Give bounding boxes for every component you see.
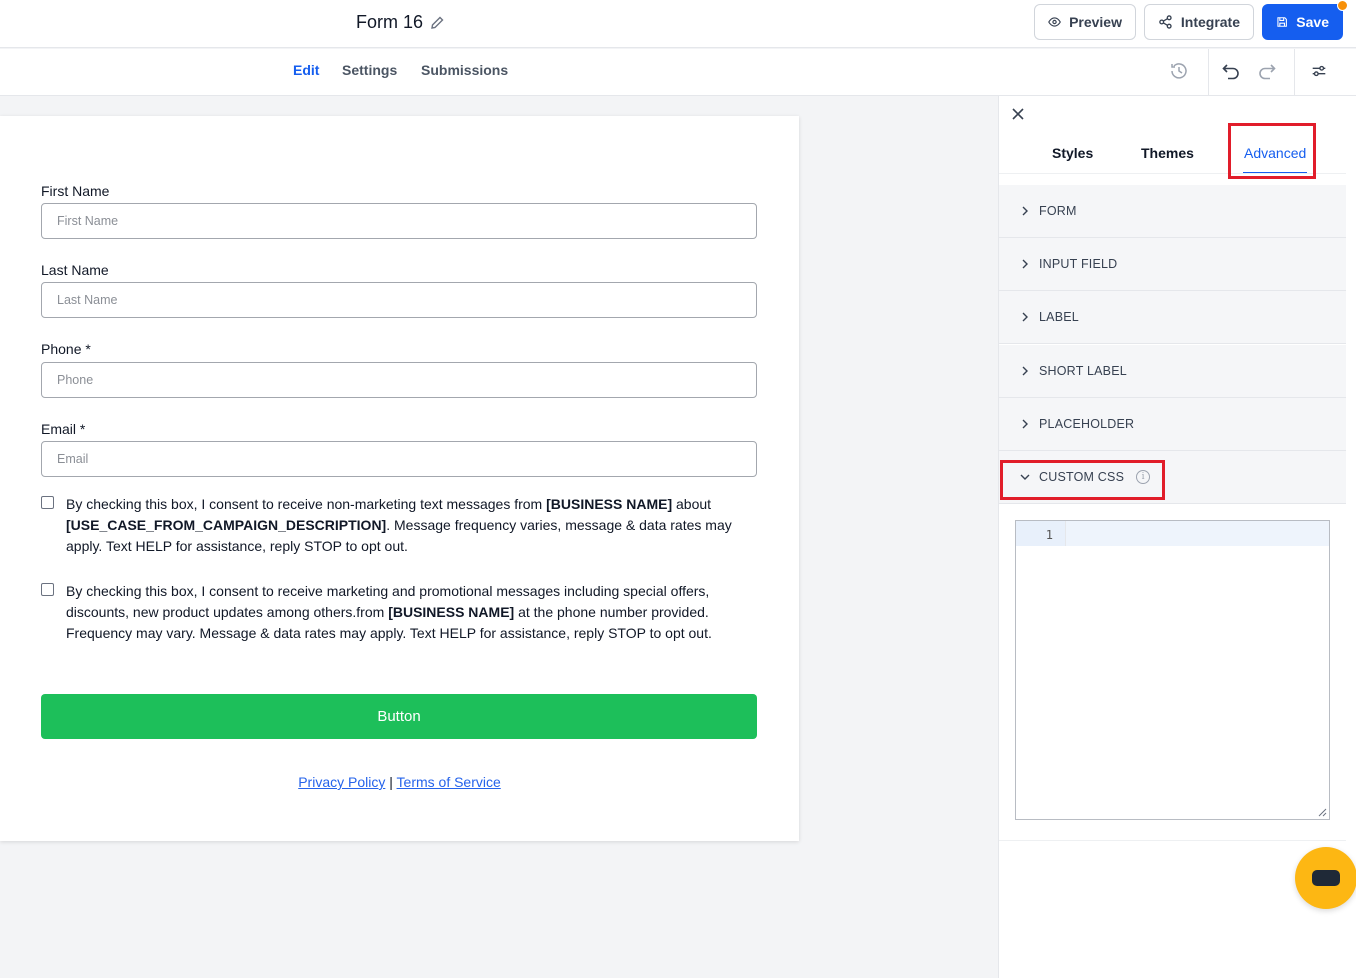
chevron-right-icon bbox=[1022, 259, 1028, 269]
phone-input[interactable] bbox=[41, 362, 757, 398]
email-label: Email * bbox=[41, 421, 86, 437]
eye-icon bbox=[1048, 17, 1061, 27]
consent-marketing-text: By checking this box, I consent to recei… bbox=[66, 583, 712, 641]
custom-css-highlight bbox=[1000, 460, 1165, 500]
first-name-input[interactable] bbox=[41, 203, 757, 239]
save-label: Save bbox=[1296, 14, 1329, 30]
form-title[interactable]: Form 16 bbox=[356, 12, 423, 33]
custom-css-editor[interactable]: 1 bbox=[1015, 520, 1330, 820]
redo-icon[interactable] bbox=[1256, 60, 1278, 82]
consent-non-marketing-text: By checking this box, I consent to recei… bbox=[66, 496, 732, 554]
section-input-field[interactable]: INPUT FIELD bbox=[999, 238, 1346, 291]
section-label[interactable]: LABEL bbox=[999, 291, 1346, 344]
unsaved-indicator bbox=[1337, 0, 1348, 11]
toolbar-divider bbox=[1294, 49, 1295, 95]
phone-label: Phone * bbox=[41, 341, 91, 357]
line-number: 1 bbox=[1016, 521, 1066, 546]
consent-non-marketing-checkbox[interactable] bbox=[41, 496, 54, 509]
section-input-field-label: INPUT FIELD bbox=[1039, 257, 1118, 271]
settings-sliders-icon[interactable] bbox=[1308, 60, 1330, 82]
section-placeholder-label: PLACEHOLDER bbox=[1039, 417, 1135, 431]
form-title-group[interactable]: Form 16 bbox=[356, 12, 445, 33]
consent-non-marketing: By checking this box, I consent to recei… bbox=[41, 494, 757, 557]
submit-button[interactable]: Button bbox=[41, 694, 757, 739]
tab-settings[interactable]: Settings bbox=[342, 62, 397, 78]
style-panel: Styles Themes Advanced FORM INPUT FIELD … bbox=[998, 96, 1356, 978]
consent-marketing-checkbox[interactable] bbox=[41, 583, 54, 596]
consent-marketing: By checking this box, I consent to recei… bbox=[41, 581, 757, 644]
first-name-label: First Name bbox=[41, 183, 110, 199]
integrate-label: Integrate bbox=[1180, 14, 1240, 30]
editor-tab-bar: Edit Settings Submissions bbox=[0, 49, 1356, 96]
pencil-icon[interactable] bbox=[429, 15, 445, 31]
tab-styles[interactable]: Styles bbox=[1052, 145, 1093, 161]
privacy-policy-link[interactable]: Privacy Policy bbox=[298, 774, 385, 790]
tab-themes[interactable]: Themes bbox=[1141, 145, 1194, 161]
last-name-input[interactable] bbox=[41, 282, 757, 318]
undo-icon[interactable] bbox=[1220, 60, 1242, 82]
footer-separator: | bbox=[389, 774, 393, 790]
section-form[interactable]: FORM bbox=[999, 185, 1346, 238]
chevron-right-icon bbox=[1022, 312, 1028, 322]
active-line bbox=[1066, 521, 1329, 546]
history-icon[interactable] bbox=[1168, 60, 1190, 82]
panel-divider bbox=[999, 840, 1346, 841]
section-placeholder[interactable]: PLACEHOLDER bbox=[999, 398, 1346, 451]
close-icon[interactable] bbox=[1009, 105, 1027, 123]
tab-submissions[interactable]: Submissions bbox=[421, 62, 508, 78]
top-bar: Form 16 Preview Integrate Save bbox=[0, 0, 1356, 48]
form-canvas-card: First Name Last Name Phone * Email * By … bbox=[0, 116, 799, 841]
chat-widget-button[interactable] bbox=[1295, 847, 1356, 909]
section-short-label[interactable]: SHORT LABEL bbox=[999, 345, 1346, 398]
integrate-button[interactable]: Integrate bbox=[1144, 4, 1254, 40]
footer-links: Privacy Policy | Terms of Service bbox=[0, 774, 799, 790]
section-form-label: FORM bbox=[1039, 204, 1077, 218]
section-label-label: LABEL bbox=[1039, 310, 1079, 324]
last-name-label: Last Name bbox=[41, 262, 109, 278]
preview-button[interactable]: Preview bbox=[1034, 4, 1136, 40]
chat-bubble-icon bbox=[1312, 870, 1340, 886]
tab-edit[interactable]: Edit bbox=[293, 62, 319, 78]
preview-label: Preview bbox=[1069, 14, 1122, 30]
toolbar-divider bbox=[1208, 49, 1209, 95]
email-input[interactable] bbox=[41, 441, 757, 477]
section-short-label-label: SHORT LABEL bbox=[1039, 364, 1127, 378]
terms-of-service-link[interactable]: Terms of Service bbox=[397, 774, 501, 790]
save-icon bbox=[1277, 17, 1287, 27]
advanced-tab-highlight bbox=[1228, 123, 1316, 179]
share-icon bbox=[1159, 15, 1172, 29]
chevron-right-icon bbox=[1022, 206, 1028, 216]
save-button[interactable]: Save bbox=[1262, 0, 1348, 40]
chevron-right-icon bbox=[1022, 419, 1028, 429]
resize-handle-icon[interactable] bbox=[1318, 808, 1327, 817]
chevron-right-icon bbox=[1022, 366, 1028, 376]
